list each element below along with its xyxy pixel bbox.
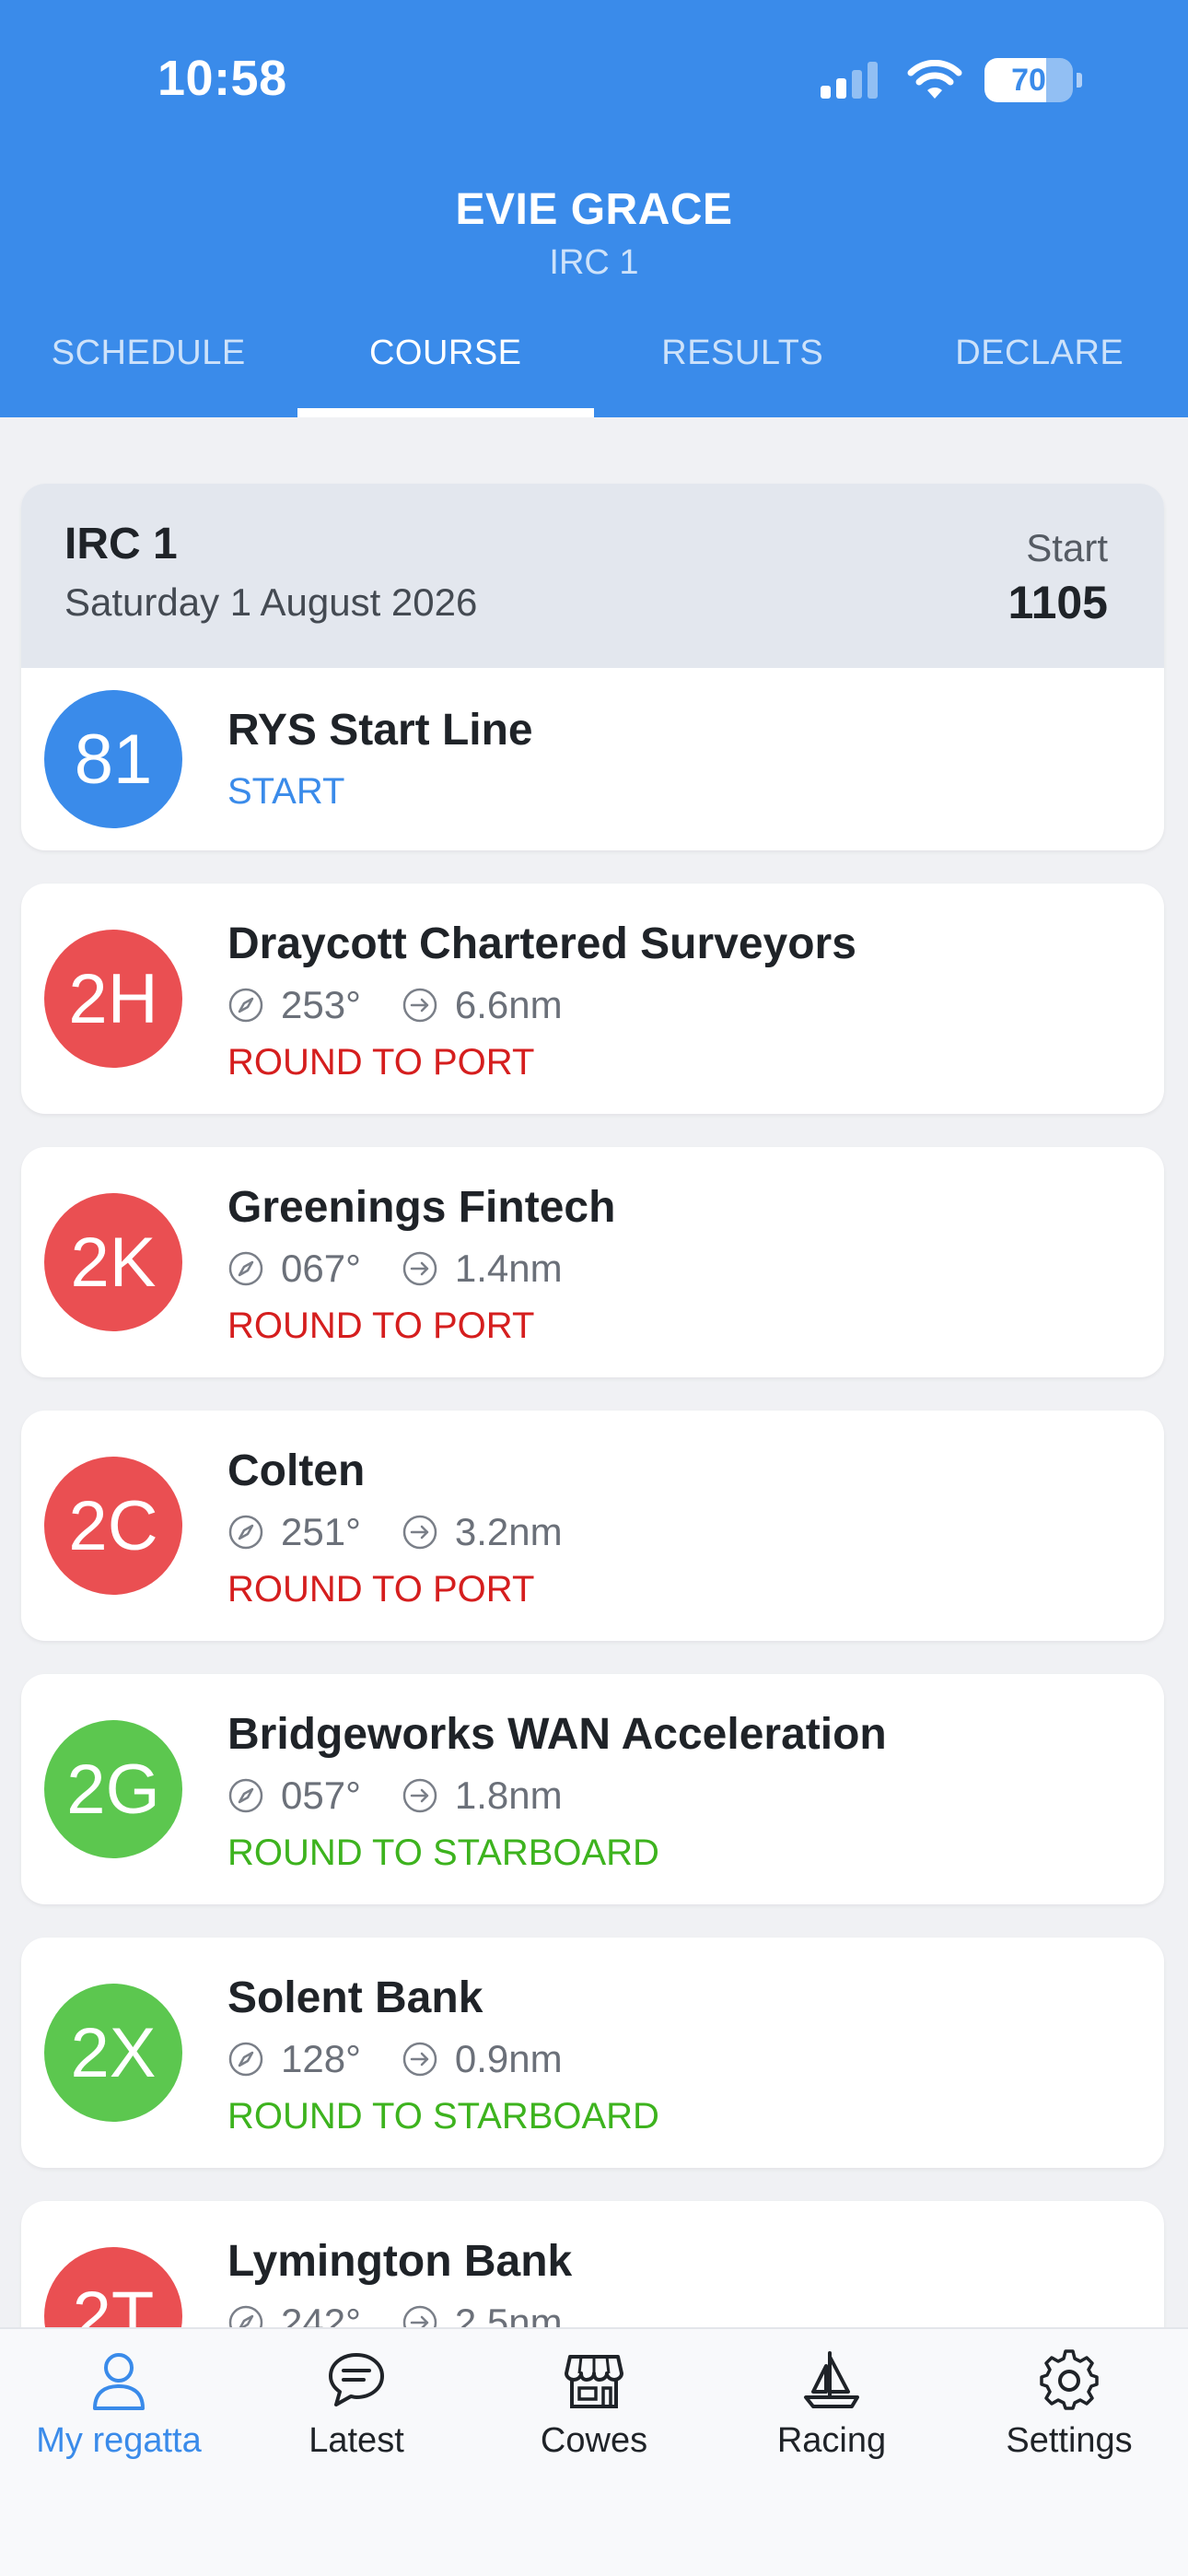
mark-card[interactable]: 2G Bridgeworks WAN Acceleration 057° 1.8…	[21, 1674, 1164, 1904]
tab-label: Settings	[1006, 2421, 1133, 2460]
battery-level: 70	[1011, 62, 1046, 98]
tab-declare[interactable]: DECLARE	[891, 327, 1188, 417]
race-card: IRC 1 Saturday 1 August 2026 Start 1105 …	[21, 484, 1164, 850]
mark-card[interactable]: 2C Colten 251° 3.2nm ROUND TO PORT	[21, 1411, 1164, 1641]
status-time: 10:58	[157, 51, 287, 106]
mark-rounding: ROUND TO STARBOARD	[227, 2096, 659, 2137]
tab-course[interactable]: COURSE	[297, 327, 595, 417]
tab-schedule[interactable]: SCHEDULE	[0, 327, 297, 417]
mark-rounding: ROUND TO PORT	[227, 1042, 535, 1083]
mark-name: Lymington Bank	[227, 2237, 573, 2286]
mark-badge: 2C	[44, 1457, 182, 1595]
mark-meta: 067° 1.4nm	[227, 1247, 563, 1291]
mark-rounding: ROUND TO PORT	[227, 1569, 535, 1610]
mark-name: RYS Start Line	[227, 706, 533, 755]
mark-card[interactable]: 2X Solent Bank 128° 0.9nm ROUND TO STARB…	[21, 1938, 1164, 2168]
tab-settings[interactable]: Settings	[950, 2329, 1188, 2576]
compass-icon	[228, 988, 263, 1023]
distance-arrow-icon	[402, 1778, 437, 1813]
distance-arrow-icon	[402, 2042, 437, 2077]
race-header: IRC 1 Saturday 1 August 2026 Start 1105	[21, 484, 1164, 668]
tab-label: Latest	[309, 2421, 404, 2460]
sailboat-icon	[804, 2351, 859, 2408]
tab-my-regatta[interactable]: My regatta	[0, 2329, 238, 2576]
mark-badge: 2X	[44, 1984, 182, 2122]
battery-icon: 70	[984, 58, 1073, 102]
storefront-icon	[565, 2355, 623, 2408]
cellular-signal-icon	[821, 62, 878, 99]
mark-card[interactable]: 2K Greenings Fintech 067° 1.4nm ROUND TO…	[21, 1147, 1164, 1377]
mark-bearing: 057°	[281, 1774, 361, 1817]
start-mark-row[interactable]: 81 RYS Start Line START	[21, 668, 1164, 850]
mark-meta: 253° 6.6nm	[227, 983, 563, 1027]
course-list[interactable]: IRC 1 Saturday 1 August 2026 Start 1105 …	[21, 484, 1164, 2431]
tab-label: Racing	[776, 2421, 887, 2460]
mark-distance: 1.8nm	[454, 1774, 563, 1817]
tab-results[interactable]: RESULTS	[594, 327, 891, 417]
mark-distance: 0.9nm	[454, 2037, 563, 2080]
mark-distance: 1.4nm	[454, 1247, 563, 1290]
compass-icon	[228, 2042, 263, 2077]
mark-type: START	[227, 771, 345, 812]
mark-name: Bridgeworks WAN Acceleration	[227, 1710, 887, 1759]
status-icons: 70	[821, 57, 1082, 103]
chat-bubble-icon	[329, 2353, 384, 2406]
wifi-icon	[907, 60, 962, 99]
mark-rounding: ROUND TO STARBOARD	[227, 1832, 659, 1873]
app-header: 10:58 70 EVIE GRACE IRC 1 SCHEDULE COURS…	[0, 0, 1188, 417]
start-time: 1105	[1007, 577, 1108, 628]
compass-icon	[228, 1251, 263, 1286]
mark-meta: 057° 1.8nm	[227, 1774, 563, 1818]
distance-arrow-icon	[402, 1251, 437, 1286]
tab-label: My regatta	[36, 2421, 202, 2460]
tab-latest[interactable]: Latest	[238, 2329, 475, 2576]
boat-class: IRC 1	[549, 243, 639, 282]
tab-cowes[interactable]: Cowes	[475, 2329, 713, 2576]
tab-label: Cowes	[540, 2421, 648, 2460]
mark-name: Draycott Chartered Surveyors	[227, 919, 856, 968]
person-icon	[93, 2353, 145, 2410]
bottom-tab-bar: My regatta Latest Cowes Racing Settings	[0, 2327, 1188, 2576]
mark-card[interactable]: 2H Draycott Chartered Surveyors 253° 6.6…	[21, 884, 1164, 1114]
mark-meta: 128° 0.9nm	[227, 2037, 563, 2081]
battery-nub	[1077, 73, 1082, 88]
distance-arrow-icon	[402, 988, 437, 1023]
mark-meta: 251° 3.2nm	[227, 1510, 563, 1554]
mark-bearing: 128°	[281, 2037, 361, 2080]
top-tabs: SCHEDULE COURSE RESULTS DECLARE	[0, 327, 1188, 417]
distance-arrow-icon	[402, 1515, 437, 1550]
start-label: Start	[1026, 526, 1108, 569]
compass-icon	[228, 1515, 263, 1550]
mark-badge: 2K	[44, 1193, 182, 1331]
gear-icon	[1040, 2349, 1099, 2410]
boat-name: EVIE GRACE	[455, 185, 733, 234]
tab-racing[interactable]: Racing	[713, 2329, 950, 2576]
mark-badge: 2G	[44, 1720, 182, 1858]
mark-bearing: 251°	[281, 1510, 361, 1553]
race-date: Saturday 1 August 2026	[64, 580, 478, 624]
mark-rounding: ROUND TO PORT	[227, 1306, 535, 1346]
mark-name: Solent Bank	[227, 1973, 483, 2022]
mark-bearing: 253°	[281, 983, 361, 1026]
mark-bearing: 067°	[281, 1247, 361, 1290]
compass-icon	[228, 1778, 263, 1813]
mark-distance: 6.6nm	[454, 983, 563, 1026]
mark-distance: 3.2nm	[454, 1510, 563, 1553]
mark-badge: 2H	[44, 930, 182, 1068]
mark-badge: 81	[44, 690, 182, 828]
race-class: IRC 1	[64, 520, 178, 568]
mark-name: Colten	[227, 1446, 366, 1495]
mark-name: Greenings Fintech	[227, 1183, 616, 1232]
